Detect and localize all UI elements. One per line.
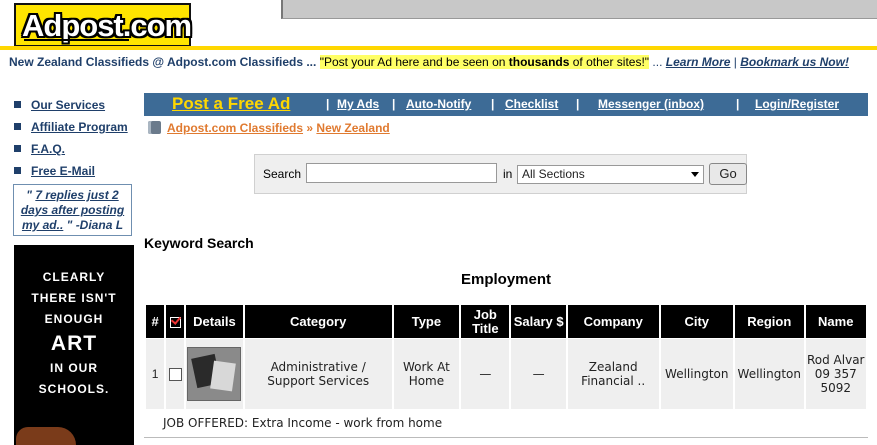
sidebar-item-free-email[interactable]: Free E-Mail — [14, 164, 95, 178]
table-row[interactable]: 1 Administrative / Support Services Work… — [146, 339, 866, 409]
bullet-icon — [14, 145, 21, 152]
nav-separator: | — [491, 97, 495, 111]
bullet-icon — [14, 123, 21, 130]
main-nav-bar: Post a Free Ad | My Ads | Auto-Notify | … — [144, 93, 868, 116]
breadcrumb-separator: » — [306, 121, 314, 135]
nav-login-register[interactable]: Login/Register — [755, 97, 839, 111]
ad-line: CLEARLY — [42, 270, 106, 284]
logo-underline — [24, 39, 129, 41]
col-region: Region — [735, 305, 804, 339]
sidebar-item-our-services[interactable]: Our Services — [14, 98, 105, 112]
checkbox-icon — [169, 316, 181, 328]
nav-auto-notify[interactable]: Auto-Notify — [406, 97, 471, 111]
ad-line: IN OUR — [50, 361, 98, 375]
row-job-title: — — [461, 339, 510, 409]
breadcrumb-root[interactable]: Adpost.com Classifieds — [167, 121, 303, 135]
sidebar-item-faq[interactable]: F.A.Q. — [14, 142, 65, 156]
tagline-quote-bold: thousands — [508, 55, 570, 69]
bookmark-link[interactable]: Bookmark us Now! — [740, 55, 849, 69]
row-divider — [144, 437, 868, 438]
table-header-row: # Details Category Type Job Title Salary… — [146, 305, 866, 339]
results-table: # Details Category Type Job Title Salary… — [144, 305, 868, 409]
col-details: Details — [186, 305, 243, 339]
sidebar-item-label: Free E-Mail — [31, 164, 96, 178]
search-input[interactable] — [306, 163, 497, 183]
nav-separator: | — [576, 97, 580, 111]
top-banner-placeholder — [281, 0, 877, 19]
row-checkbox[interactable] — [168, 368, 182, 381]
row-region: Wellington — [735, 339, 804, 409]
tagline-quote-a: "Post your Ad here and be seen on — [319, 55, 509, 69]
col-name: Name — [805, 305, 866, 339]
nav-separator: | — [736, 97, 740, 111]
learn-more-link[interactable]: Learn More — [666, 55, 731, 69]
keyword-search-heading: Keyword Search — [144, 235, 254, 251]
row-number: 1 — [146, 339, 165, 409]
row-category: Administrative / Support Services — [244, 339, 392, 409]
header-divider — [0, 46, 877, 50]
sidebar-item-label: Affiliate Program — [31, 120, 128, 134]
row-select-cell — [166, 339, 185, 409]
bullet-icon — [14, 167, 21, 174]
sidebar-item-affiliate-program[interactable]: Affiliate Program — [14, 120, 128, 134]
tagline: New Zealand Classifieds @ Adpost.com Cla… — [9, 55, 849, 69]
nav-my-ads[interactable]: My Ads — [337, 97, 379, 111]
art-banner-ad[interactable]: CLEARLY THERE ISN'T ENOUGH ART IN OUR SC… — [14, 245, 134, 445]
search-panel: Search in All Sections Go — [254, 154, 747, 194]
testimonial-box: " 7 replies just 2 days after posting my… — [13, 184, 132, 236]
ad-photo — [16, 427, 76, 445]
go-button[interactable]: Go — [709, 163, 747, 185]
nav-separator: | — [392, 97, 396, 111]
row-company: Zealand Financial .. — [567, 339, 659, 409]
sidebar-item-label: F.A.Q. — [31, 142, 66, 156]
section-select[interactable]: All Sections — [517, 165, 704, 184]
ad-line: THERE ISN'T — [31, 291, 117, 305]
row-city: Wellington — [660, 339, 734, 409]
testimonial-author: -Diana L — [75, 218, 124, 232]
tagline-quote-b: of other sites!" — [569, 55, 650, 69]
testimonial-close-quote: " — [63, 218, 73, 232]
col-select[interactable] — [166, 305, 185, 339]
tagline-prefix: New Zealand Classifieds @ Adpost.com Cla… — [9, 55, 317, 69]
row-name: Rod Alvar 09 357 5092 — [805, 339, 866, 409]
tagline-divider: | — [733, 55, 737, 69]
listing-thumbnail[interactable] — [187, 347, 242, 401]
bullet-icon — [14, 101, 21, 108]
col-salary: Salary $ — [511, 305, 566, 339]
row-thumbnail-cell[interactable] — [186, 339, 243, 409]
col-number: # — [146, 305, 165, 339]
chevron-down-icon — [691, 172, 699, 177]
nav-checklist[interactable]: Checklist — [505, 97, 558, 111]
nav-messenger[interactable]: Messenger (inbox) — [598, 97, 704, 111]
post-free-ad-button[interactable]: Post a Free Ad — [172, 94, 290, 114]
col-city: City — [660, 305, 734, 339]
nav-separator: | — [326, 97, 330, 111]
adpost-logo[interactable]: Adpost.com — [14, 3, 192, 47]
col-company: Company — [567, 305, 659, 339]
ad-line-art: ART — [50, 332, 98, 355]
row-type: Work At Home — [393, 339, 460, 409]
book-icon — [148, 121, 161, 134]
col-type: Type — [393, 305, 460, 339]
breadcrumb: Adpost.com Classifieds » New Zealand — [148, 121, 390, 135]
row-salary: — — [511, 339, 566, 409]
ad-line: SCHOOLS. — [38, 382, 110, 396]
search-label: Search — [263, 167, 302, 181]
tagline-ellipsis: ... — [652, 55, 663, 69]
testimonial-open-quote: " — [26, 188, 36, 202]
sidebar-item-label: Our Services — [31, 98, 106, 112]
tagline-quote: "Post your Ad here and be seen on thousa… — [319, 55, 650, 69]
section-select-value: All Sections — [522, 167, 585, 181]
col-job-title: Job Title — [461, 305, 510, 339]
breadcrumb-current[interactable]: New Zealand — [316, 121, 389, 135]
listing-description[interactable]: JOB OFFERED: Extra Income - work from ho… — [163, 416, 442, 430]
category-title: Employment — [460, 271, 551, 288]
ad-line: ENOUGH — [44, 312, 104, 326]
col-category: Category — [244, 305, 392, 339]
search-in-label: in — [503, 167, 513, 181]
